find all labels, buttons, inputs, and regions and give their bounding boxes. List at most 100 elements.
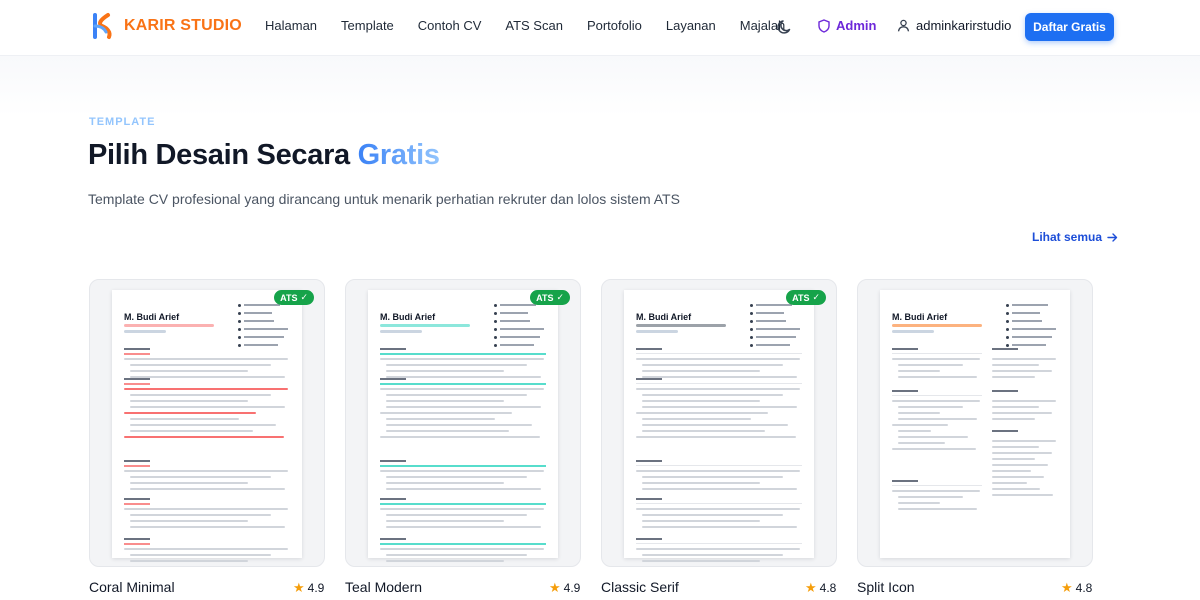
template-name[interactable]: Teal Modern — [345, 579, 422, 595]
star-icon: ★ — [1061, 580, 1073, 595]
template-name[interactable]: Coral Minimal — [89, 579, 175, 595]
template-name[interactable]: Split Icon — [857, 579, 915, 595]
cv-preview-text-line — [386, 394, 527, 396]
cv-preview-text-line — [898, 412, 940, 414]
cv-preview-text-line — [130, 566, 285, 567]
cv-preview-contact-line — [238, 319, 294, 323]
cv-preview-text-line — [898, 502, 940, 504]
cv-preview-text-line — [380, 388, 544, 390]
cv-preview-text-line — [898, 436, 968, 438]
cv-preview-text-line — [898, 370, 940, 372]
cv-preview: M. Budi Arief — [880, 290, 1070, 558]
nav-link-halaman[interactable]: Halaman — [265, 18, 317, 33]
cv-preview-text-line — [386, 376, 541, 378]
cv-preview-text-line — [642, 476, 783, 478]
cv-preview: M. Budi Arief — [368, 290, 558, 562]
cv-preview-text-line — [642, 364, 783, 366]
cv-preview-side-heading-certificates — [992, 430, 1018, 432]
cv-preview: M. Budi Arief — [624, 290, 814, 562]
nav-link-ats-scan[interactable]: ATS Scan — [505, 18, 563, 33]
logo-mark-icon — [93, 13, 112, 39]
dark-mode-toggle-icon[interactable] — [776, 18, 794, 36]
cv-preview-text-line — [386, 554, 527, 556]
cv-preview-text-line — [642, 520, 760, 522]
cv-preview-text-line — [380, 412, 512, 414]
template-card[interactable]: M. Budi Arief ATS ✓ — [345, 279, 581, 567]
template-rating: ★ 4.9 — [549, 580, 580, 596]
brand-name: KARIR STUDIO — [124, 17, 242, 34]
template-card[interactable]: M. Budi Arief — [857, 279, 1093, 567]
cv-preview-contact-line — [750, 327, 806, 331]
section-subtitle: Template CV profesional yang dirancang u… — [88, 191, 680, 207]
cv-preview-text-line — [642, 370, 760, 372]
ats-badge-label: ATS — [280, 292, 298, 303]
cv-preview-name: M. Budi Arief — [636, 312, 692, 322]
cv-preview-text-line — [386, 430, 509, 432]
cv-preview-side-line — [992, 400, 1056, 402]
cv-preview-text-line — [642, 418, 751, 420]
nav-link-template[interactable]: Template — [341, 18, 394, 33]
cv-preview-text-line — [642, 554, 783, 556]
top-navbar: KARIR STUDIO Halaman Template Contoh CV … — [0, 0, 1200, 56]
cv-preview-rule — [636, 503, 802, 504]
cv-preview-accent-rule — [380, 383, 546, 385]
cv-preview-text-line — [898, 496, 963, 498]
cv-preview-contact-line — [750, 335, 806, 339]
cv-preview-text-line — [642, 376, 797, 378]
cv-preview-text-line — [642, 488, 797, 490]
signup-free-button[interactable]: Daftar Gratis — [1025, 13, 1114, 41]
ats-badge: ATS ✓ — [530, 290, 570, 305]
cv-preview-text-line — [636, 508, 800, 510]
nav-link-portofolio[interactable]: Portofolio — [587, 18, 642, 33]
ats-badge: ATS ✓ — [274, 290, 314, 305]
template-card[interactable]: M. Budi Arief ATS ✓ — [601, 279, 837, 567]
section-eyebrow: TEMPLATE — [89, 116, 156, 128]
cv-preview-accent-rule — [380, 543, 546, 545]
cv-preview-text-line — [130, 476, 271, 478]
user-menu[interactable]: adminkarirstudio — [897, 18, 1011, 33]
cv-preview-contact-line — [750, 319, 806, 323]
cv-preview-text-line — [898, 406, 963, 408]
cv-preview-role — [380, 324, 470, 327]
cv-preview-rule — [636, 383, 802, 384]
cv-preview-heading-summary — [124, 348, 150, 350]
cv-preview-heading-education — [636, 460, 662, 462]
cv-preview-heading-certificates — [636, 498, 662, 500]
cv-preview-heading-education — [380, 460, 406, 462]
cv-preview-text-line — [642, 430, 765, 432]
nav-link-contoh-cv[interactable]: Contoh CV — [418, 18, 482, 33]
cv-preview-contact-line — [494, 311, 550, 315]
cv-preview-text-line — [124, 388, 288, 390]
cv-preview-side-line — [992, 412, 1052, 414]
cv-preview-contact-line — [238, 343, 294, 347]
see-all-label: Lihat semua — [1032, 230, 1103, 244]
cv-preview-heading-education — [892, 480, 918, 482]
brand-logo[interactable]: KARIR STUDIO — [90, 12, 242, 40]
template-name[interactable]: Classic Serif — [601, 579, 679, 595]
cv-preview-text-line — [130, 370, 248, 372]
cv-preview-contact-line — [750, 343, 806, 347]
template-card[interactable]: M. Budi Arief ATS ✓ — [89, 279, 325, 567]
cv-preview-text-line — [636, 412, 768, 414]
cv-preview-location — [380, 330, 422, 333]
cv-preview-heading-experience — [380, 378, 406, 380]
admin-label: Admin — [836, 18, 877, 33]
admin-link[interactable]: Admin — [818, 18, 876, 33]
cv-preview-text-line — [130, 482, 248, 484]
cv-preview-text-line — [892, 448, 976, 450]
cv-preview-contact-line — [238, 327, 294, 331]
cv-preview-text-line — [642, 424, 788, 426]
cv-preview-text-line — [130, 526, 285, 528]
star-icon: ★ — [293, 580, 305, 595]
see-all-link[interactable]: Lihat semua — [1032, 230, 1118, 244]
cv-preview-text-line — [130, 514, 271, 516]
cv-preview-text-line — [642, 482, 760, 484]
cv-preview-text-line — [130, 554, 271, 556]
cv-preview-text-line — [130, 376, 285, 378]
cv-preview-text-line — [130, 424, 276, 426]
cv-preview-contacts — [1006, 303, 1062, 351]
cv-preview-text-line — [124, 358, 288, 360]
cv-preview-rule — [636, 353, 802, 354]
cv-preview-side-heading-skills — [992, 348, 1018, 350]
nav-link-layanan[interactable]: Layanan — [666, 18, 716, 33]
